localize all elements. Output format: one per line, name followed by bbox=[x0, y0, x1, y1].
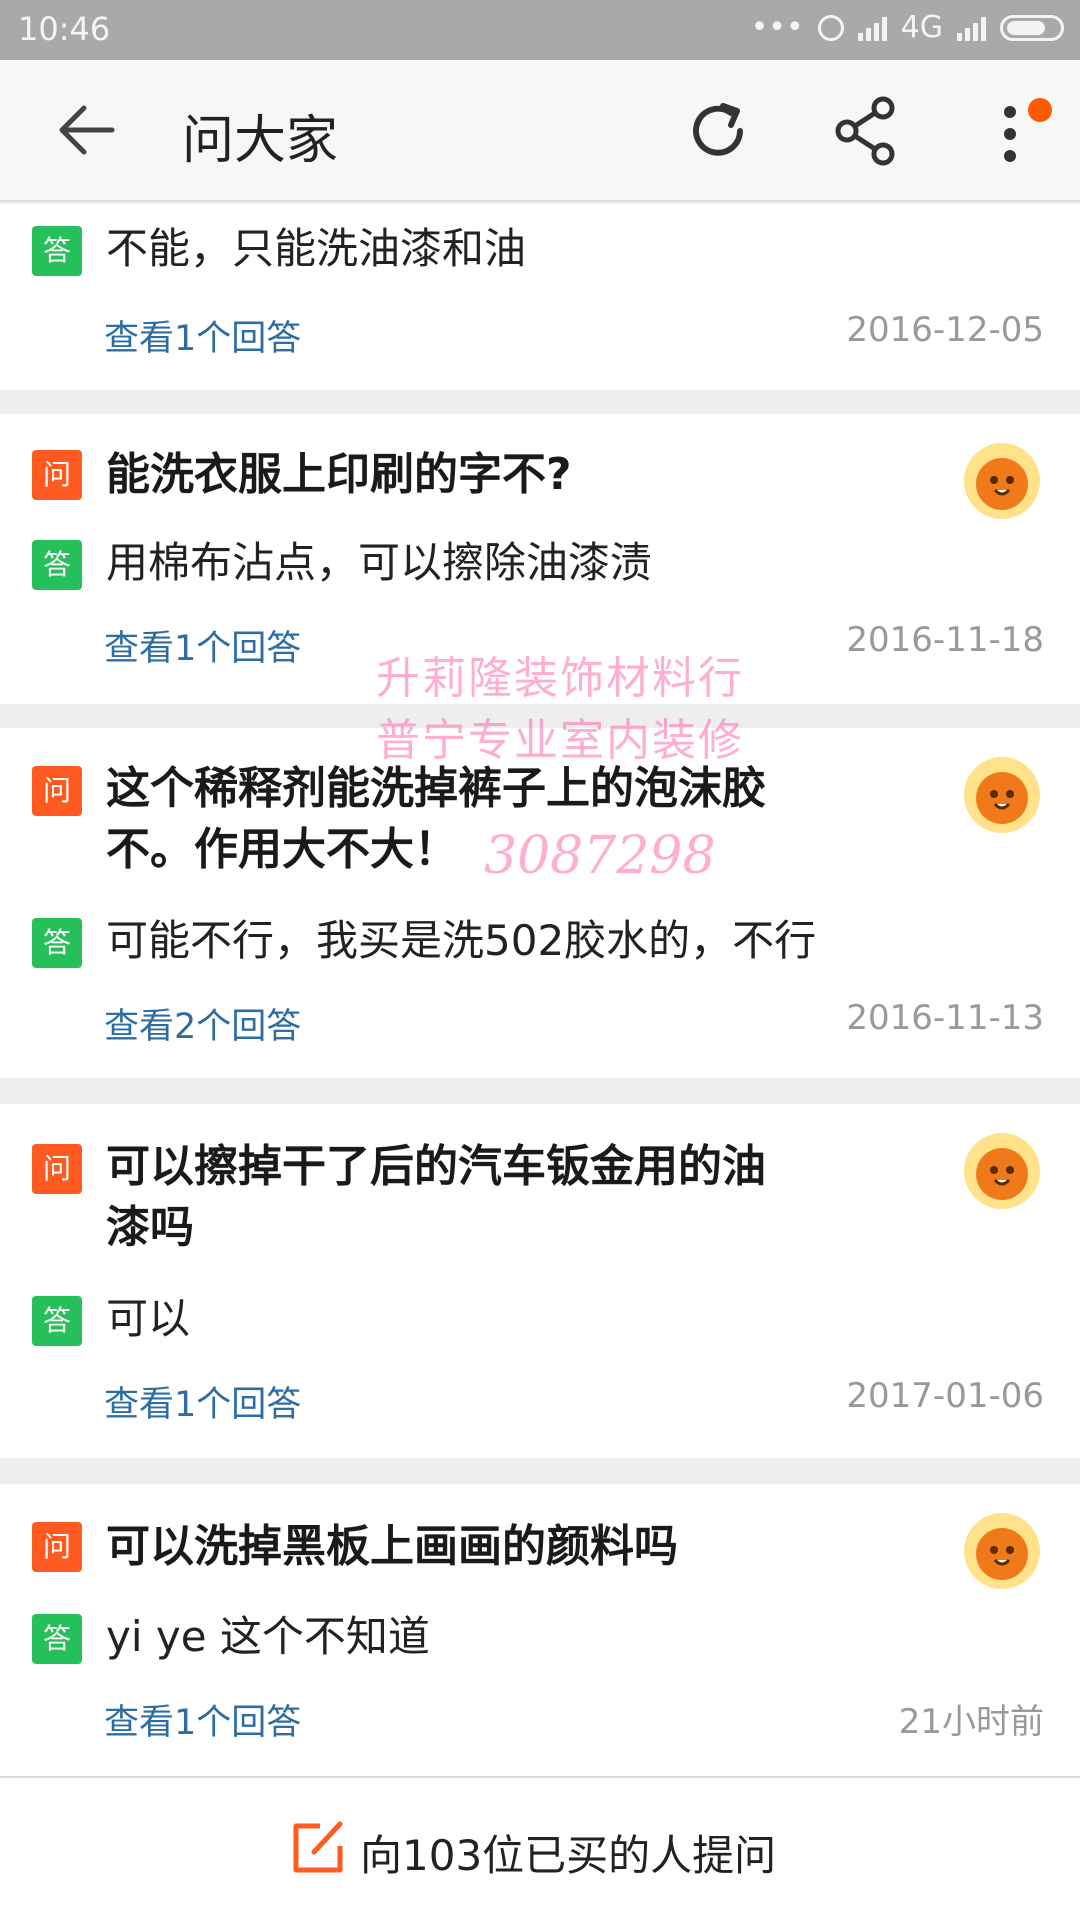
date-label: 21小时前 bbox=[898, 1702, 1044, 1742]
question-text[interactable]: 能洗衣服上印刷的字不? bbox=[106, 444, 846, 505]
share-icon[interactable] bbox=[833, 96, 899, 166]
view-answers-link[interactable]: 查看1个回答 bbox=[104, 310, 301, 361]
signal-icon-2 bbox=[957, 15, 986, 41]
qa-card[interactable]: 答 不能，只能洗油漆和油 查看1个回答 2016-12-05 bbox=[0, 204, 1080, 390]
answer-text: 可以 bbox=[106, 1294, 191, 1343]
answer-tag-icon: 答 bbox=[32, 1296, 82, 1346]
ask-question-button[interactable]: 向103位已买的人提问 bbox=[360, 1822, 776, 1883]
refresh-icon[interactable] bbox=[685, 98, 751, 164]
answer-text: 用棉布沾点，可以擦除油漆渍 bbox=[106, 538, 653, 587]
notification-dot bbox=[1028, 98, 1052, 122]
alarm-icon bbox=[817, 14, 844, 41]
battery-icon bbox=[1000, 14, 1064, 41]
answer-text: 不能，只能洗油漆和油 bbox=[106, 224, 527, 273]
view-answers-link[interactable]: 查看2个回答 bbox=[104, 998, 301, 1049]
date-label: 2016-11-13 bbox=[846, 998, 1044, 1038]
network-type: 4G bbox=[900, 10, 943, 45]
qa-card[interactable]: 问 可以擦掉干了后的汽车钣金用的油 漆吗 答 可以 查看1个回答 2017-01… bbox=[0, 1104, 1080, 1458]
avatar-icon bbox=[964, 1133, 1040, 1209]
question-text[interactable]: 可以洗掉黑板上画画的颜料吗 bbox=[106, 1516, 846, 1577]
more-dots-icon: ••• bbox=[750, 10, 804, 45]
qa-card[interactable]: 问 这个稀释剂能洗掉裤子上的泡沫胶 不。作用大不大！ 答 可能不行，我买是洗50… bbox=[0, 728, 1080, 1078]
watermark-number: 3087298 bbox=[484, 826, 716, 886]
signal-icon bbox=[857, 15, 887, 41]
ask-bar[interactable]: 向103位已买的人提问 bbox=[0, 1776, 1080, 1920]
view-answers-link[interactable]: 查看1个回答 bbox=[104, 1694, 301, 1745]
avatar-icon bbox=[964, 1513, 1040, 1589]
view-answers-link[interactable]: 查看1个回答 bbox=[104, 1376, 301, 1427]
status-icons: ••• 4G bbox=[751, 10, 1064, 45]
more-icon[interactable] bbox=[990, 98, 1030, 170]
answer-text: 可能不行，我买是洗502胶水的，不行 bbox=[106, 916, 817, 965]
answer-tag-icon: 答 bbox=[32, 226, 82, 276]
question-tag-icon: 问 bbox=[32, 450, 82, 500]
date-label: 2016-12-05 bbox=[846, 310, 1044, 350]
question-text-line-2[interactable]: 不。作用大不大！ bbox=[106, 819, 846, 880]
question-text-line-2[interactable]: 漆吗 bbox=[106, 1197, 846, 1258]
answer-tag-icon: 答 bbox=[32, 1614, 82, 1664]
app-header: 问大家 bbox=[0, 60, 1080, 202]
page-title: 问大家 bbox=[182, 111, 339, 171]
view-answers-link[interactable]: 查看1个回答 bbox=[104, 620, 301, 671]
avatar-icon bbox=[964, 757, 1040, 833]
qa-card[interactable]: 问 可以洗掉黑板上画画的颜料吗 答 yi ye 这个不知道 查看1个回答 21小… bbox=[0, 1484, 1080, 1776]
question-tag-icon: 问 bbox=[32, 766, 82, 816]
qa-card[interactable]: 问 能洗衣服上印刷的字不? 答 用棉布沾点，可以擦除油漆渍 查看1个回答 201… bbox=[0, 414, 1080, 704]
question-text-line-1[interactable]: 可以擦掉干了后的汽车钣金用的油 bbox=[106, 1136, 846, 1197]
avatar-icon bbox=[964, 443, 1040, 519]
answer-tag-icon: 答 bbox=[32, 540, 82, 590]
question-tag-icon: 问 bbox=[32, 1144, 82, 1194]
answer-text: yi ye 这个不知道 bbox=[106, 1612, 430, 1661]
status-time: 10:46 bbox=[18, 10, 111, 48]
edit-icon[interactable] bbox=[290, 1818, 348, 1876]
question-tag-icon: 问 bbox=[32, 1522, 82, 1572]
date-label: 2017-01-06 bbox=[846, 1376, 1044, 1416]
date-label: 2016-11-18 bbox=[846, 620, 1044, 660]
status-bar: 10:46 ••• 4G bbox=[0, 0, 1080, 60]
question-text-line-1[interactable]: 这个稀释剂能洗掉裤子上的泡沫胶 bbox=[106, 758, 846, 819]
answer-tag-icon: 答 bbox=[32, 918, 82, 968]
back-arrow-icon[interactable] bbox=[56, 104, 116, 156]
